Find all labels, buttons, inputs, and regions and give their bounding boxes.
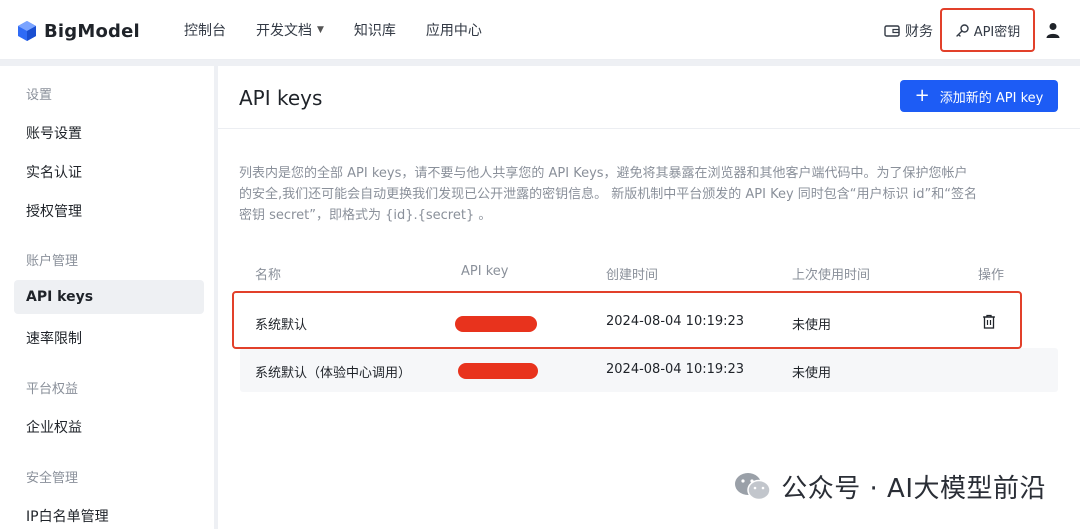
column-header-created: 创建时间: [606, 268, 659, 283]
sidebar-item-ip-whitelist[interactable]: IP白名单管理: [26, 506, 109, 526]
nav-docs[interactable]: 开发文档 ▼: [256, 20, 324, 40]
sidebar-group-benefits: 平台权益: [26, 382, 79, 397]
header-divider: [218, 128, 1080, 129]
logo-text: BigModel: [44, 20, 140, 42]
sidebar-item-account-settings[interactable]: 账号设置: [26, 123, 82, 143]
add-api-key-button[interactable]: + 添加新的 API key: [900, 80, 1058, 112]
nav-console[interactable]: 控制台: [184, 20, 226, 40]
bigmodel-logo-icon: [18, 21, 36, 41]
sidebar-item-api-keys[interactable]: API keys: [26, 289, 93, 305]
sidebar-item-real-name[interactable]: 实名认证: [26, 162, 82, 182]
api-key-label: API密钥: [973, 24, 1021, 40]
api-key-link[interactable]: API密钥: [940, 8, 1035, 52]
top-bar: BigModel 控制台 开发文档 ▼ 知识库 应用中心 财务 API密钥: [0, 0, 1080, 60]
nav-apps-label: 应用中心: [425, 23, 482, 39]
column-header-last-used: 上次使用时间: [792, 268, 871, 283]
nav-docs-label: 开发文档: [256, 23, 312, 39]
row-2-created: 2024-08-04 10:19:23: [606, 362, 745, 377]
nav-console-label: 控制台: [184, 23, 226, 39]
page-title: API keys: [239, 86, 323, 110]
row-2-name: 系统默认（体验中心调用）: [255, 366, 412, 381]
sidebar-group-account: 账户管理: [26, 254, 79, 269]
sidebar-group-security: 安全管理: [26, 471, 79, 486]
wechat-icon: [735, 472, 771, 500]
main-nav: 控制台 开发文档 ▼ 知识库 应用中心: [184, 0, 512, 60]
nav-knowledge[interactable]: 知识库: [354, 20, 396, 40]
watermark-text: 公众号 · AI大模型前沿: [781, 474, 1046, 504]
plus-icon: +: [914, 85, 930, 106]
wallet-icon: [884, 25, 900, 37]
wechat-watermark: 公众号 · AI大模型前沿: [733, 468, 1046, 505]
column-header-actions: 操作: [978, 268, 1005, 283]
chevron-down-icon: ▼: [317, 25, 324, 35]
user-icon[interactable]: [1046, 22, 1060, 38]
billing-link[interactable]: 财务: [884, 21, 933, 41]
sidebar: 设置 账号设置 实名认证 授权管理 账户管理 API keys 速率限制 平台权…: [0, 66, 214, 529]
sidebar-group-settings: 设置: [26, 88, 53, 103]
nav-knowledge-label: 知识库: [353, 23, 396, 39]
row-1-highlight: [232, 291, 1022, 349]
row-2-api-key-redacted: [458, 363, 538, 379]
add-api-key-label: 添加新的 API key: [939, 90, 1044, 106]
logo[interactable]: BigModel: [16, 18, 140, 44]
row-2-last-used: 未使用: [792, 366, 832, 381]
column-header-api-key: API key: [461, 264, 509, 279]
main-content: API keys + 添加新的 API key 列表内是您的全部 API key…: [218, 66, 1080, 529]
billing-label: 财务: [905, 24, 933, 40]
sidebar-item-rate-limit[interactable]: 速率限制: [26, 328, 82, 348]
description-text: 列表内是您的全部 API keys，请不要与他人共享您的 API Keys，避免…: [239, 166, 977, 223]
column-header-name: 名称: [255, 268, 282, 283]
key-icon: [956, 23, 969, 37]
sidebar-item-authorization[interactable]: 授权管理: [26, 201, 82, 221]
sidebar-item-enterprise[interactable]: 企业权益: [26, 417, 82, 437]
nav-apps[interactable]: 应用中心: [426, 20, 482, 40]
